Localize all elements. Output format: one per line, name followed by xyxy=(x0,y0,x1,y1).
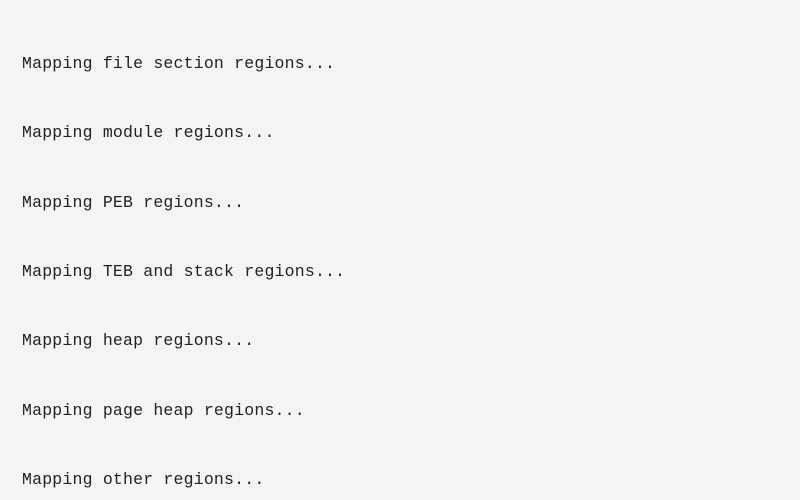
mapping-line: Mapping other regions... xyxy=(22,468,794,491)
mapping-line: Mapping file section regions... xyxy=(22,52,794,75)
mapping-line: Mapping page heap regions... xyxy=(22,399,794,422)
mapping-line: Mapping heap regions... xyxy=(22,329,794,352)
mapping-line: Mapping TEB and stack regions... xyxy=(22,260,794,283)
debugger-output: Mapping file section regions... Mapping … xyxy=(0,0,800,500)
mapping-line: Mapping module regions... xyxy=(22,121,794,144)
mapping-line: Mapping PEB regions... xyxy=(22,191,794,214)
